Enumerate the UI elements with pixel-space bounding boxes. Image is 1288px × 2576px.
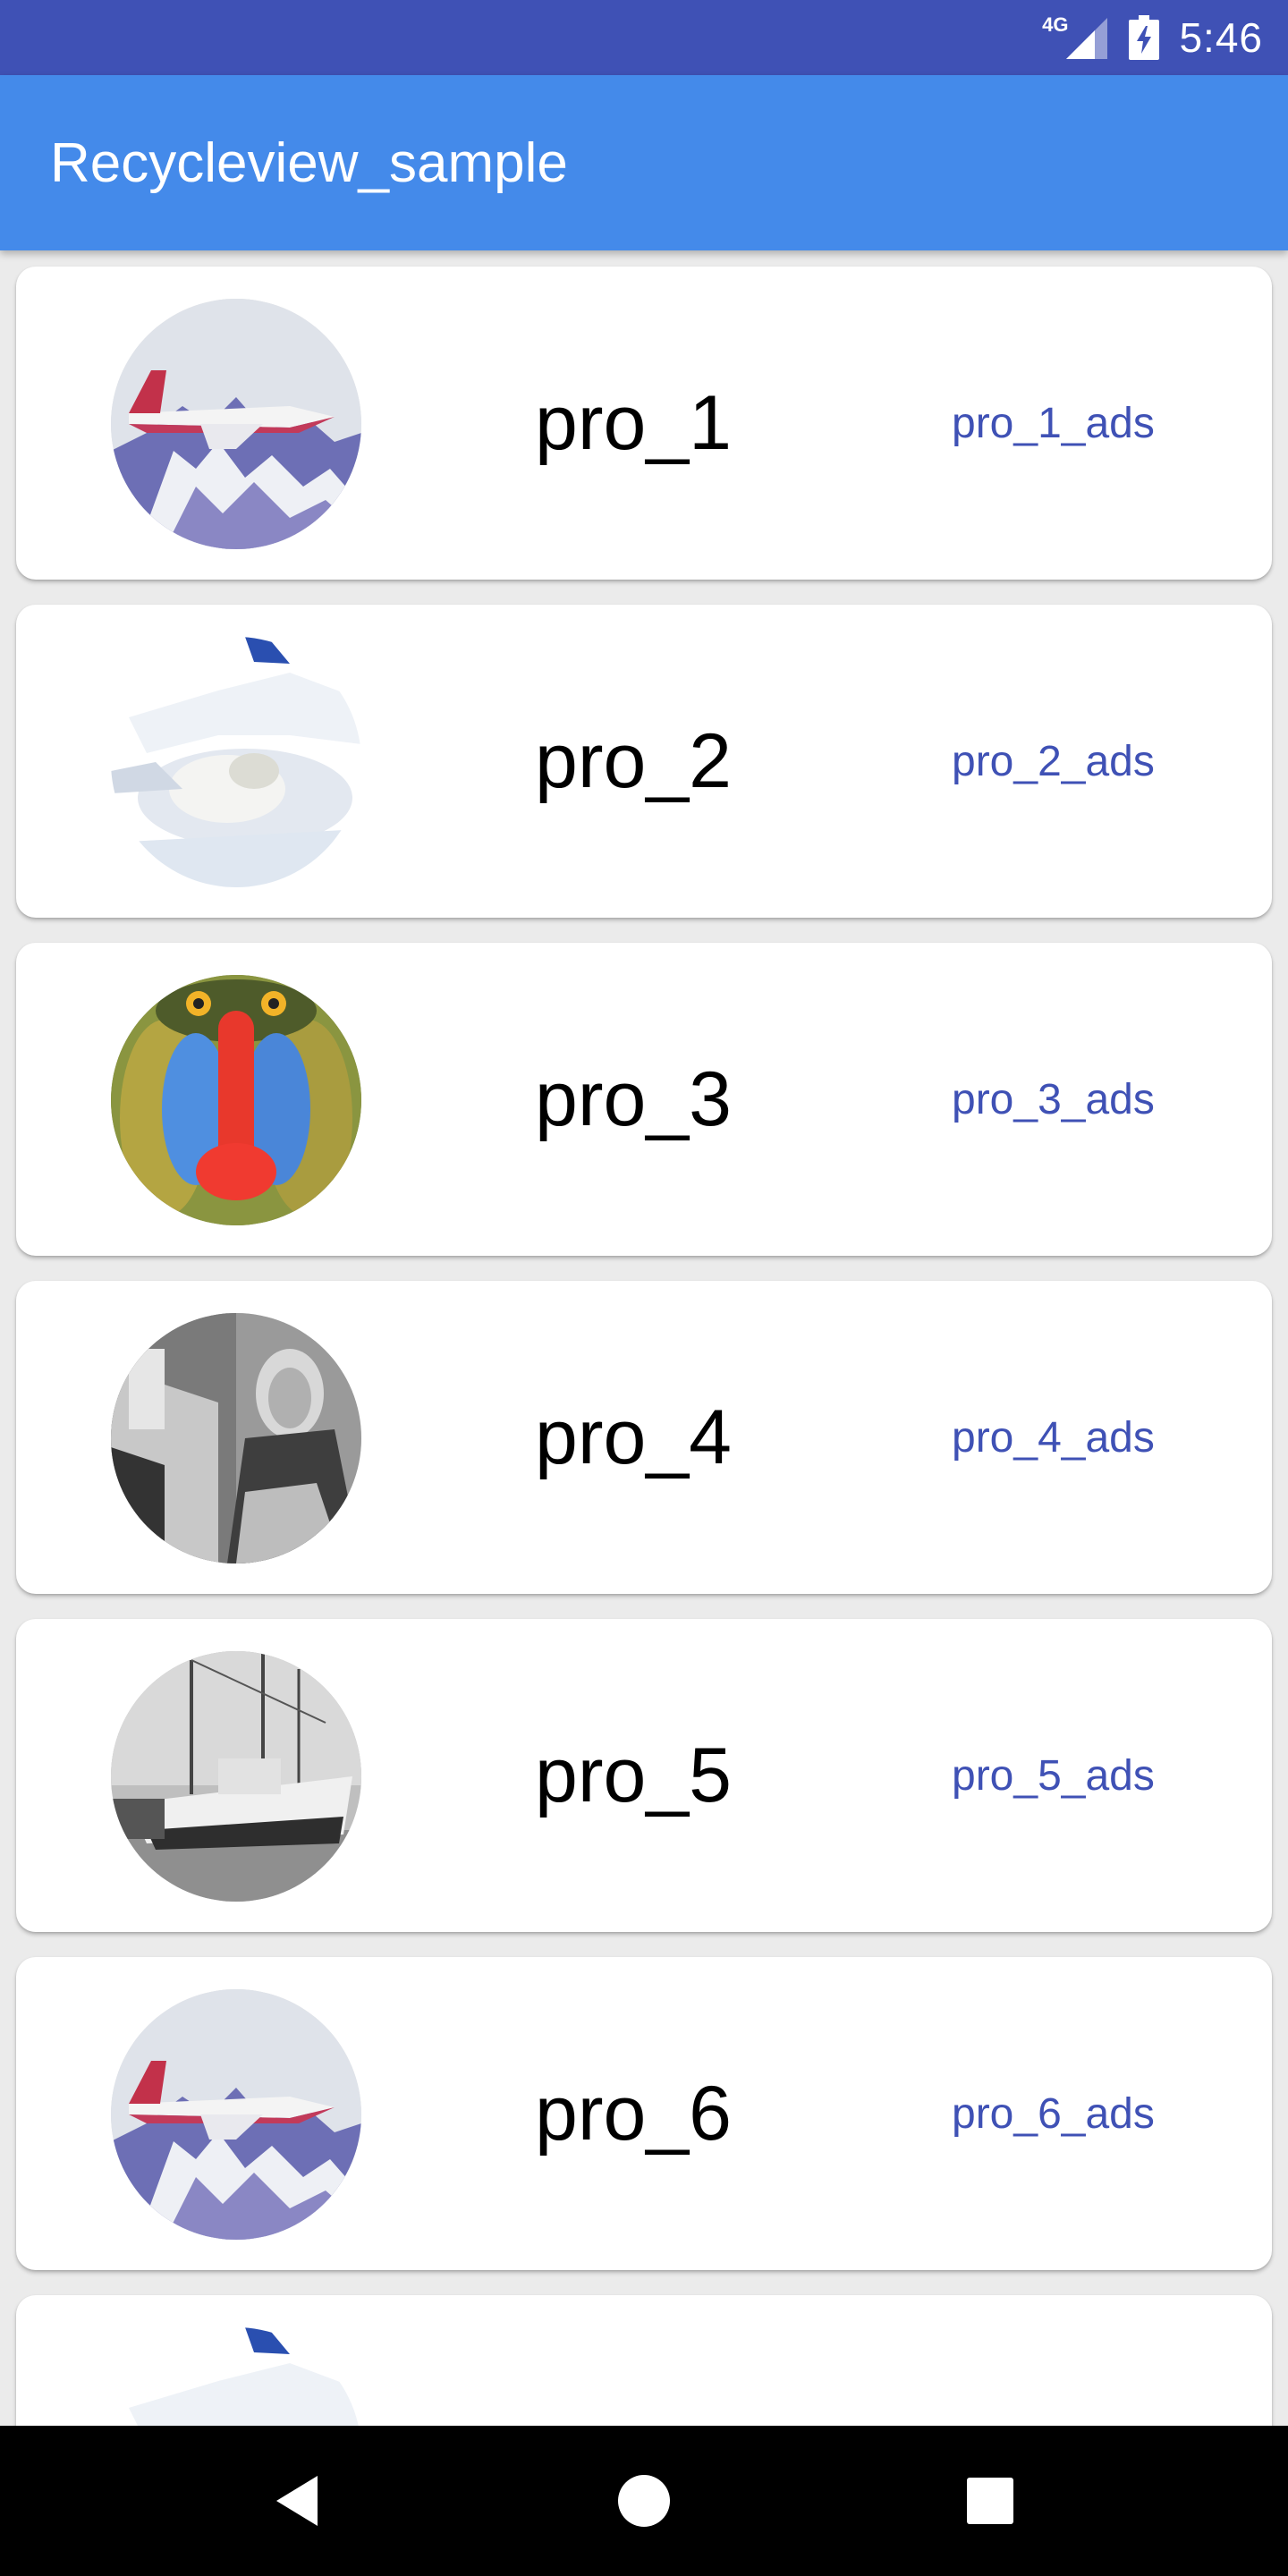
list-item[interactable] bbox=[16, 2295, 1272, 2426]
recents-button[interactable] bbox=[947, 2458, 1033, 2544]
item-title: pro_5 bbox=[535, 1732, 732, 1818]
app-bar: Recycleview_sample bbox=[0, 75, 1288, 250]
list-item[interactable]: pro_5 pro_5_ads bbox=[16, 1619, 1272, 1932]
back-icon bbox=[276, 2476, 318, 2526]
item-avatar-boats bbox=[111, 1651, 361, 1902]
item-ads bbox=[952, 2295, 1220, 2426]
item-title: pro_4 bbox=[535, 1394, 732, 1480]
item-ads: pro_2_ads bbox=[952, 737, 1155, 785]
recycler-list[interactable]: pro_1 pro_1_ads pro_2 pro_2_ads pro_3 pr… bbox=[0, 250, 1288, 2426]
item-avatar-jet bbox=[111, 299, 361, 549]
item-ads: pro_6_ads bbox=[952, 2089, 1155, 2138]
list-item[interactable]: pro_2 pro_2_ads bbox=[16, 605, 1272, 918]
item-ads: pro_3_ads bbox=[952, 1075, 1155, 1123]
home-button[interactable] bbox=[601, 2458, 687, 2544]
item-title: pro_6 bbox=[535, 2070, 732, 2157]
item-ads: pro_1_ads bbox=[952, 399, 1155, 447]
item-ads: pro_5_ads bbox=[952, 1751, 1155, 1800]
item-avatar-mandrill bbox=[111, 975, 361, 1225]
screen: 4G 5:46 Recycleview_sample pro_1 pro_1_a… bbox=[0, 0, 1288, 2576]
item-avatar-snow bbox=[111, 637, 361, 887]
list-item[interactable]: pro_3 pro_3_ads bbox=[16, 943, 1272, 1256]
item-ads: pro_4_ads bbox=[952, 1413, 1155, 1462]
status-bar: 4G 5:46 bbox=[0, 0, 1288, 75]
item-avatar-jet bbox=[111, 1989, 361, 2240]
home-icon bbox=[617, 2475, 670, 2527]
item-avatar-snow bbox=[111, 2327, 361, 2426]
item-avatar-woman bbox=[111, 1313, 361, 1563]
item-title: pro_3 bbox=[535, 1055, 732, 1142]
navigation-bar bbox=[0, 2426, 1288, 2576]
list-item[interactable]: pro_6 pro_6_ads bbox=[16, 1957, 1272, 2270]
item-title: pro_2 bbox=[535, 717, 732, 804]
recents-icon bbox=[966, 2478, 1013, 2524]
item-title bbox=[535, 2295, 785, 2426]
list-item[interactable]: pro_1 pro_1_ads bbox=[16, 267, 1272, 580]
signal-icon bbox=[1066, 18, 1108, 59]
app-title: Recycleview_sample bbox=[50, 131, 568, 194]
network-type: 4G bbox=[1042, 13, 1069, 36]
list-item[interactable]: pro_4 pro_4_ads bbox=[16, 1281, 1272, 1594]
item-title: pro_1 bbox=[535, 379, 732, 466]
back-button[interactable] bbox=[255, 2458, 341, 2544]
status-time: 5:46 bbox=[1179, 14, 1263, 61]
battery-charging-icon bbox=[1129, 15, 1160, 60]
